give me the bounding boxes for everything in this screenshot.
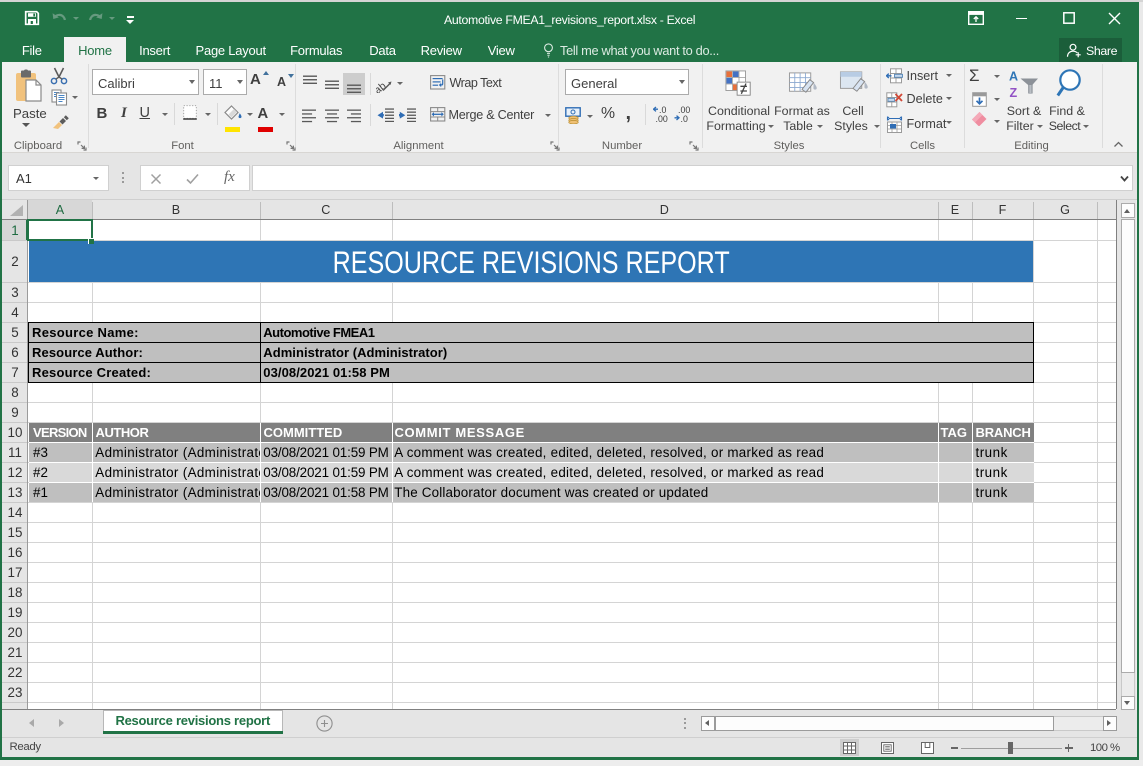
svg-text:A: A — [1009, 69, 1018, 83]
svg-text:Z: Z — [1010, 86, 1018, 98]
svg-text:.0: .0 — [680, 114, 687, 122]
svg-text:.00: .00 — [655, 114, 667, 122]
